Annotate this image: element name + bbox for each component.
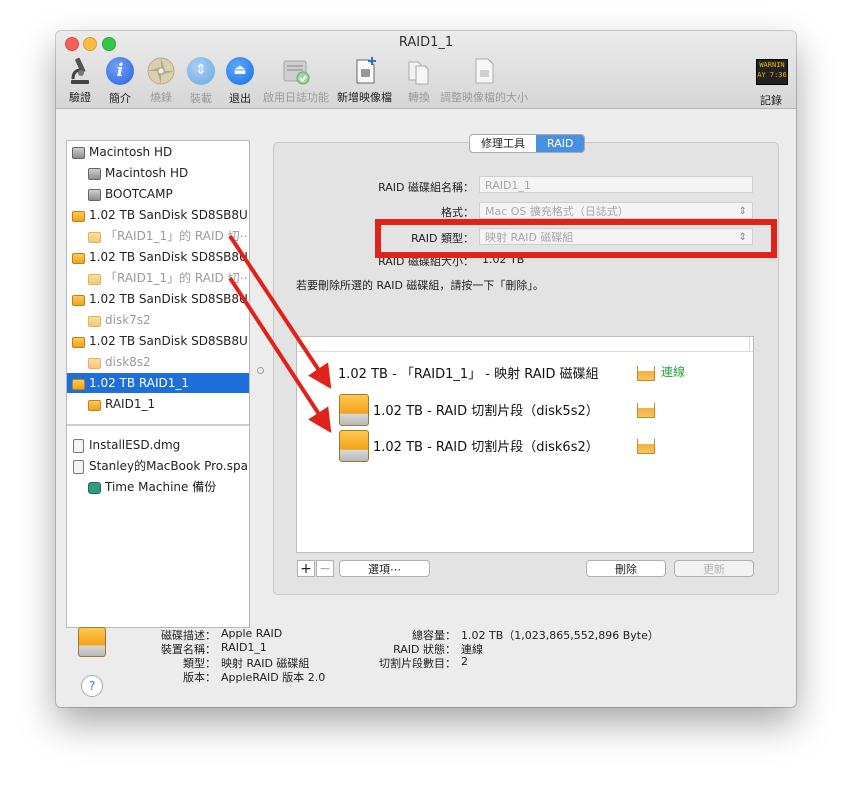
toolbar-mount-button[interactable]: ⇕ 裝載 [186,56,216,106]
sidebar-item-time-machine[interactable]: Time Machine 備份 [67,477,249,497]
raid-status-online: 連線 [661,365,686,379]
raid-name-label: RAID 磁碟組名稱： [378,181,474,194]
disk-image-icon [73,460,84,474]
raid-name-field[interactable]: RAID1_1 [479,176,753,193]
tab-raid[interactable]: RAID [536,135,585,152]
external-drive-icon [88,316,101,327]
toolbar-burn-button[interactable]: 燒錄 [146,56,176,105]
hard-drive-icon [88,168,101,180]
external-disk-icon [339,394,369,426]
version-label: 版本： [183,671,216,684]
version-value: AppleRAID 版本 2.0 [221,671,326,684]
update-button[interactable]: 更新 [674,560,754,577]
add-button[interactable]: + [297,560,315,577]
raid-members-list: 1.02 TB - 「RAID1_1」 - 映射 RAID 磁碟組 連線 1.0… [296,336,754,553]
external-drive-icon [72,379,85,390]
toolbar-journal-button[interactable]: 啟用日誌功能 [263,56,329,105]
capacity-value: 1.02 TB（1,023,865,552,896 Byte） [461,629,659,642]
info-icon: i [105,57,135,87]
disk-sidebar: Macintosh HD Macintosh HD BOOTCAMP 1.02 … [66,140,250,628]
raid-mirror-icon [637,366,655,381]
journal-icon [281,56,311,86]
eject-icon: ⏏ [225,57,255,87]
sidebar-item-disk[interactable]: Macintosh HD [67,142,249,162]
log-icon: WARNIN AY 7:36 [756,59,788,89]
sidebar-item-disk[interactable]: 1.02 TB SanDisk SD8SB8U... [67,247,249,267]
raid-member-row[interactable]: 1.02 TB - RAID 切割片段（disk6s2） [373,436,599,455]
sidebar-item-volume[interactable]: Macintosh HD [67,163,249,183]
help-button[interactable]: ? [81,675,103,697]
time-machine-icon [88,482,101,494]
disk-utility-window: RAID1_1 驗證 i 簡介 燒錄 ⇕ 裝載 ⏏ 退出 啟用日誌功能 新增映像… [56,31,796,707]
annotation-highlight-box [375,219,777,258]
raid-slice-icon [637,403,655,418]
resize-image-icon [469,56,499,86]
toolbar-new-image-button[interactable]: 新增映像檔 [337,56,392,105]
options-button[interactable]: 選項⋯ [339,560,430,577]
sidebar-item-disk[interactable]: 1.02 TB SanDisk SD8SB8U... [67,289,249,309]
list-header [297,337,753,352]
format-label: 格式： [441,206,474,219]
disk-description-value: Apple RAID [221,627,283,640]
raid-slice-icon [637,439,655,454]
delete-button[interactable]: 刪除 [586,560,666,577]
sidebar-divider [67,424,249,426]
toolbar-eject-button[interactable]: ⏏ 退出 [225,56,255,106]
hard-drive-icon [88,189,101,201]
external-drive-icon [88,358,101,369]
toolbar-info-button[interactable]: i 簡介 [105,56,135,106]
sidebar-item-raid-volume[interactable]: RAID1_1 [67,394,249,414]
external-disk-icon [339,430,369,462]
external-drive-icon [88,274,101,285]
window-title: RAID1_1 [398,35,454,50]
splitter-handle[interactable] [257,367,264,374]
slice-count-value: 2 [461,655,468,668]
raid-member-row[interactable]: 1.02 TB - RAID 切割片段（disk5s2） [373,400,599,419]
microscope-icon [65,56,95,86]
external-drive-icon [72,295,85,306]
sidebar-item-volume[interactable]: disk8s2 [67,352,249,372]
convert-icon [404,56,434,86]
sidebar-item-volume[interactable]: 「RAID1_1」的 RAID 切⋯ [67,268,249,288]
burn-disc-icon [146,56,176,86]
toolbar-resize-image-button[interactable]: 調整映像檔的大小 [440,56,528,105]
toolbar-convert-button[interactable]: 轉換 [404,56,434,105]
delete-instruction-text: 若要刪除所選的 RAID 磁碟組，請按一下「刪除」。 [296,279,544,292]
external-drive-icon [72,253,85,264]
tab-repair[interactable]: 修理工具 [470,135,536,152]
sidebar-item-volume[interactable]: BOOTCAMP [67,184,249,204]
external-drive-icon [72,211,85,222]
remove-button[interactable]: − [316,560,334,577]
chevron-updown-icon: ⇕ [738,206,747,217]
toolbar-log-button[interactable]: WARNIN AY 7:36 記錄 [756,56,788,108]
disk-image-icon [73,439,84,453]
sidebar-item-image[interactable]: Stanley的MacBook Pro.spa... [67,456,249,476]
device-name-value: RAID1_1 [221,641,267,654]
sidebar-item-volume[interactable]: 「RAID1_1」的 RAID 切⋯ [67,226,249,246]
sidebar-item-volume[interactable]: disk7s2 [67,310,249,330]
toolbar-verify-button[interactable]: 驗證 [65,56,95,105]
slice-count-label: 切割片段數目： [379,657,456,670]
mount-icon: ⇕ [186,57,216,87]
external-drive-icon [88,400,101,411]
sidebar-item-disk[interactable]: 1.02 TB SanDisk SD8SB8U... [67,331,249,351]
new-image-icon [350,56,380,86]
sidebar-item-raid-set[interactable]: 1.02 TB RAID1_1 [67,373,249,393]
sidebar-item-disk[interactable]: 1.02 TB SanDisk SD8SB8U... [67,205,249,225]
tab-bar: 修理工具 RAID [469,134,586,153]
titlebar-toolbar: RAID1_1 驗證 i 簡介 燒錄 ⇕ 裝載 ⏏ 退出 啟用日誌功能 新增映像… [56,31,796,109]
format-select[interactable]: Mac OS 擴充格式（日誌式） ⇕ [479,202,753,219]
selected-disk-icon [78,627,106,657]
raid-set-row[interactable]: 1.02 TB - 「RAID1_1」 - 映射 RAID 磁碟組 [338,363,599,382]
hard-drive-icon [72,147,85,159]
sidebar-item-image[interactable]: InstallESD.dmg [67,435,249,455]
external-drive-icon [72,337,85,348]
external-drive-icon [88,232,101,243]
